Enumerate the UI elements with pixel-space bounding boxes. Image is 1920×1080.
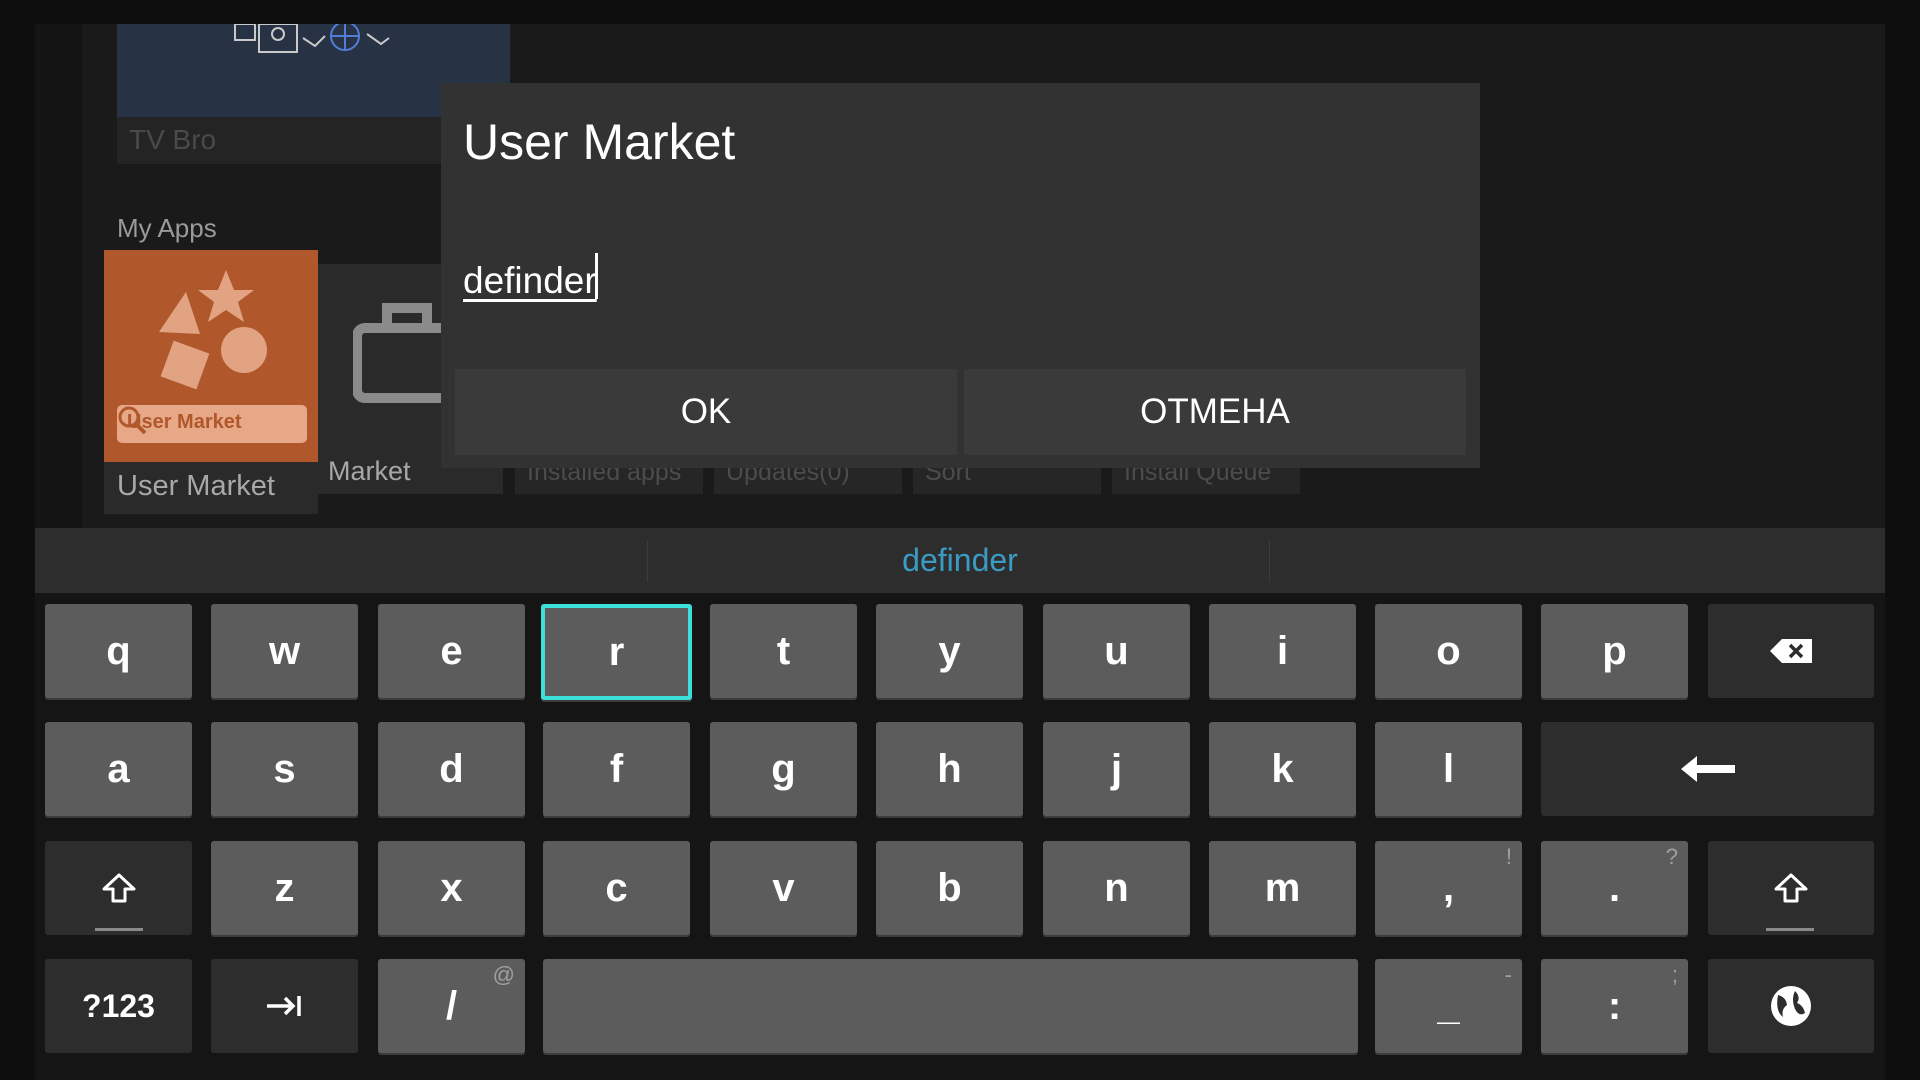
key-d[interactable]: d bbox=[378, 722, 525, 816]
key-a[interactable]: a bbox=[45, 722, 192, 816]
text-cursor bbox=[595, 253, 598, 299]
key-y[interactable]: y bbox=[876, 604, 1023, 698]
globe-icon bbox=[1771, 986, 1811, 1026]
dialog-title: User Market bbox=[463, 114, 736, 170]
backspace-icon bbox=[1770, 639, 1812, 663]
shift-icon bbox=[1774, 873, 1808, 903]
key-symbols[interactable]: ?123 bbox=[45, 959, 192, 1053]
key-v[interactable]: v bbox=[710, 841, 857, 935]
key-x[interactable]: x bbox=[378, 841, 525, 935]
key-u[interactable]: u bbox=[1043, 604, 1190, 698]
enter-arrow-icon bbox=[1680, 756, 1735, 782]
key-m[interactable]: m bbox=[1209, 841, 1356, 935]
key-period[interactable]: . ? bbox=[1541, 841, 1688, 935]
key-shift-right[interactable] bbox=[1708, 841, 1874, 935]
search-dialog: User Market OK ОТМЕНА bbox=[441, 83, 1480, 468]
key-j[interactable]: j bbox=[1043, 722, 1190, 816]
key-shift-left[interactable] bbox=[45, 841, 192, 935]
key-q[interactable]: q bbox=[45, 604, 192, 698]
key-space[interactable] bbox=[543, 959, 1358, 1053]
key-g[interactable]: g bbox=[710, 722, 857, 816]
shift-indicator bbox=[1766, 928, 1814, 931]
cancel-button[interactable]: ОТМЕНА bbox=[964, 369, 1466, 455]
tv-bro-art-icon bbox=[234, 24, 390, 53]
key-colon-label: : bbox=[1607, 983, 1622, 1028]
key-t[interactable]: t bbox=[710, 604, 857, 698]
key-k[interactable]: k bbox=[1209, 722, 1356, 816]
search-input[interactable] bbox=[463, 253, 1323, 309]
key-w[interactable]: w bbox=[211, 604, 358, 698]
shift-icon bbox=[102, 873, 135, 903]
key-o[interactable]: o bbox=[1375, 604, 1522, 698]
launcher-sidebar bbox=[35, 24, 82, 529]
key-enter[interactable] bbox=[1541, 722, 1874, 816]
tab-icon bbox=[266, 996, 301, 1016]
key-p[interactable]: p bbox=[1541, 604, 1688, 698]
key-n[interactable]: n bbox=[1043, 841, 1190, 935]
key-comma[interactable]: , ! bbox=[1375, 841, 1522, 935]
key-f[interactable]: f bbox=[543, 722, 690, 816]
key-slash[interactable]: / @ bbox=[378, 959, 525, 1053]
tv-bro-label: TV Bro bbox=[129, 124, 217, 155]
user-market-app-art: User Market bbox=[104, 250, 318, 462]
key-s[interactable]: s bbox=[211, 722, 358, 816]
key-b[interactable]: b bbox=[876, 841, 1023, 935]
key-slash-hint: @ bbox=[492, 962, 515, 987]
key-slash-label: / bbox=[445, 983, 458, 1028]
key-comma-hint: ! bbox=[1505, 844, 1512, 869]
key-period-hint: ? bbox=[1665, 844, 1678, 869]
key-i[interactable]: i bbox=[1209, 604, 1356, 698]
market-label: Market bbox=[328, 456, 411, 486]
key-period-label: . bbox=[1608, 865, 1621, 910]
key-underscore-hint: - bbox=[1504, 962, 1512, 987]
shift-indicator bbox=[95, 928, 143, 931]
suggestion-bar: definder bbox=[35, 528, 1885, 593]
key-comma-label: , bbox=[1442, 865, 1455, 910]
key-tab[interactable] bbox=[211, 959, 358, 1053]
key-underscore-label: _ bbox=[1437, 983, 1460, 1028]
key-l[interactable]: l bbox=[1375, 722, 1522, 816]
search-icon bbox=[118, 406, 147, 435]
key-c[interactable]: c bbox=[543, 841, 690, 935]
user-market-label: User Market bbox=[117, 470, 275, 502]
key-language[interactable] bbox=[1708, 959, 1874, 1053]
on-screen-keyboard: definder q w e r t y u i o p a s d f g h… bbox=[35, 528, 1885, 1080]
my-apps-heading: My Apps bbox=[117, 213, 217, 243]
key-backspace[interactable] bbox=[1708, 604, 1874, 698]
key-e[interactable]: e bbox=[378, 604, 525, 698]
key-colon[interactable]: : ; bbox=[1541, 959, 1688, 1053]
suggestion-word[interactable]: definder bbox=[35, 528, 1885, 593]
key-colon-hint: ; bbox=[1671, 962, 1678, 987]
ok-button[interactable]: OK bbox=[455, 369, 957, 455]
key-z[interactable]: z bbox=[211, 841, 358, 935]
key-underscore[interactable]: _ - bbox=[1375, 959, 1522, 1053]
user-market-search-bar: User Market bbox=[117, 405, 307, 443]
key-r[interactable]: r bbox=[541, 604, 692, 700]
key-h[interactable]: h bbox=[876, 722, 1023, 816]
app-tile-user-market[interactable]: User Market User Market bbox=[104, 250, 318, 514]
